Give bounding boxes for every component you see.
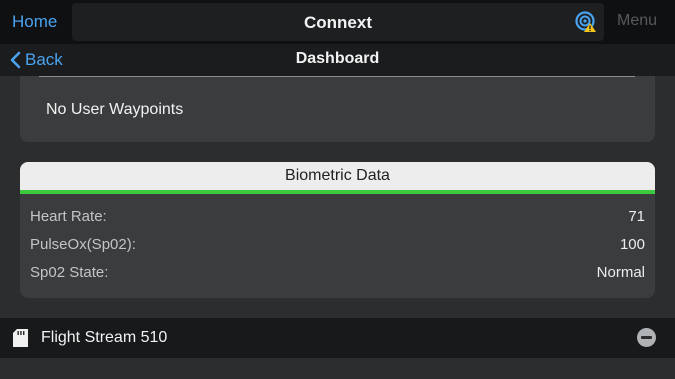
signal-warning-icon[interactable] [575, 11, 597, 33]
menu-button[interactable]: Menu [617, 12, 657, 30]
biometric-header: Biometric Data [20, 162, 655, 190]
heart-rate-value: 71 [628, 208, 645, 225]
heart-rate-label: Heart Rate: [30, 208, 107, 225]
biometric-title: Biometric Data [285, 167, 390, 184]
title-pill: Connext [72, 3, 604, 41]
divider [39, 76, 635, 77]
spo2-state-label: Sp02 State: [30, 264, 109, 281]
device-row[interactable]: Flight Stream 510 [0, 318, 675, 358]
heart-rate-row: Heart Rate: 71 [30, 208, 645, 230]
pulse-ox-label: PulseOx(Sp02): [30, 236, 136, 253]
device-name: Flight Stream 510 [41, 329, 168, 346]
home-button[interactable]: Home [12, 12, 57, 32]
waypoints-card: No User Waypoints [20, 76, 655, 142]
top-bar: Home Connext Menu [0, 0, 675, 44]
nav-bar: Back Dashboard [0, 44, 675, 76]
biometric-accent-bar [20, 190, 655, 194]
spo2-state-row: Sp02 State: Normal [30, 264, 645, 286]
waypoints-empty-text: No User Waypoints [46, 101, 184, 118]
remove-circle-icon[interactable] [637, 328, 656, 347]
pulse-ox-row: PulseOx(Sp02): 100 [30, 236, 645, 258]
sd-card-icon [13, 329, 28, 347]
pulse-ox-value: 100 [619, 236, 645, 253]
bottom-area [0, 358, 675, 379]
spo2-state-value: Normal [596, 264, 645, 281]
app-title: Connext [304, 13, 372, 32]
page-title: Dashboard [295, 50, 380, 67]
biometric-card: Biometric Data Heart Rate: 71 PulseOx(Sp… [20, 162, 655, 298]
